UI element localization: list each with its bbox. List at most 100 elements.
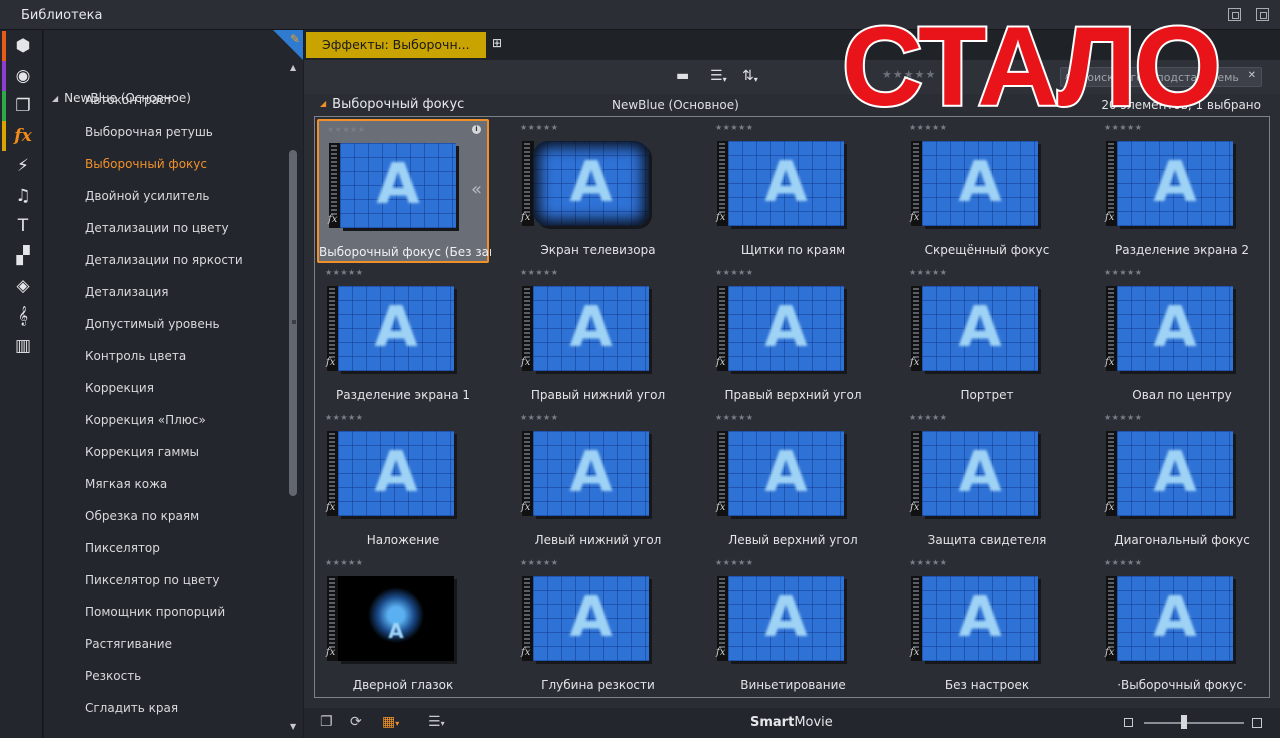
scroll-up-icon[interactable]: ▲ [290, 63, 296, 72]
tree-item[interactable]: Контроль цвета [85, 346, 285, 378]
tree-item[interactable]: Двойной усилитель [85, 186, 285, 218]
rail-item-music-note[interactable]: ♫ [0, 181, 43, 211]
expand-triangle-icon[interactable]: ◢ [52, 94, 58, 103]
tree-item[interactable]: Растягивание [85, 634, 285, 666]
effect-tile[interactable]: ★★★★★ Afx Без настроек [901, 554, 1073, 697]
rail-color-bar [2, 31, 6, 61]
tree-item[interactable]: Допустимый уровень [85, 314, 285, 346]
effect-tile[interactable]: ★★★★★ Afx Правый верхний угол [707, 264, 879, 408]
tree-item[interactable]: Помощник пропорций [85, 602, 285, 634]
smartmovie-button[interactable]: SmartMovie [750, 715, 833, 730]
rating-stars[interactable]: ★★★★★ [909, 558, 947, 567]
rating-stars[interactable]: ★★★★★ [325, 268, 363, 277]
tree-item[interactable]: Выборочный фокус [85, 154, 285, 186]
rating-stars[interactable]: ★★★★★ [1104, 558, 1142, 567]
chevron-left-icon[interactable]: « [471, 179, 482, 200]
sort-icon[interactable]: ⇅▾ [742, 68, 758, 84]
effect-label: Правый нижний угол [530, 388, 666, 402]
rating-stars[interactable]: ★★★★★ [1104, 268, 1142, 277]
tree-item[interactable]: Детализации по яркости [85, 250, 285, 282]
pin-icon[interactable]: ✎ [290, 32, 300, 46]
effect-tile[interactable]: ★★★★★ Afx Портрет [901, 264, 1073, 408]
tree-item[interactable]: Детализация [85, 282, 285, 314]
effect-tile[interactable]: ★★★★★ Afx ·Выборочный фокус· [1096, 554, 1268, 697]
rating-stars[interactable]: ★★★★★ [520, 413, 558, 422]
clear-search-icon[interactable]: ✕ [1248, 70, 1256, 81]
effect-tile[interactable]: ★★★★★ Afx Наложение [317, 409, 489, 553]
effect-tile[interactable]: ★★★★★ i Afx « Выборочный фокус (Без заг... [317, 119, 491, 263]
tab-effects[interactable]: Эффекты: Выборочн... [306, 32, 486, 58]
tree-item[interactable]: Коррекция «Плюс» [85, 410, 285, 442]
sync-icon[interactable]: ⟳ [350, 714, 362, 730]
effect-tile[interactable]: ★★★★★ Afx Экран телевизора [512, 119, 684, 263]
effect-tile[interactable]: ★★★★★ Afx Глубина резкости [512, 554, 684, 697]
effect-tile[interactable]: ★★★★★ Afx Правый нижний угол [512, 264, 684, 408]
zoom-slider-knob[interactable] [1181, 715, 1187, 729]
effect-tile[interactable]: ★★★★★ Afx Виньетирование [707, 554, 879, 697]
rating-stars[interactable]: ★★★★★ [715, 413, 753, 422]
tree-item[interactable]: Коррекция гаммы [85, 442, 285, 474]
effect-tile[interactable]: ★★★★★ Afx Левый нижний угол [512, 409, 684, 553]
effect-tile[interactable]: ★★★★★ Afx Дверной глазок [317, 554, 489, 697]
copy-icon[interactable]: ❐ [320, 714, 333, 730]
rail-item-transition[interactable]: ▞ [0, 241, 43, 271]
collapse-triangle-icon[interactable]: ◢ [320, 99, 326, 108]
rating-stars[interactable]: ★★★★★ [1104, 413, 1142, 422]
zoom-large-icon[interactable] [1252, 718, 1262, 728]
tree-item[interactable]: Выборочная ретушь [85, 122, 285, 154]
add-tab-icon[interactable]: ⊞ [492, 36, 502, 50]
tree-item[interactable]: Мягкая кожа [85, 474, 285, 506]
tree-item[interactable]: Автоконтраст [85, 90, 285, 122]
info-icon[interactable]: i [472, 125, 481, 134]
undock-icon[interactable] [1228, 8, 1241, 21]
effect-label: Наложение [366, 533, 440, 547]
zoom-small-icon[interactable] [1124, 718, 1133, 727]
rail-item-fx[interactable]: fx [0, 121, 43, 151]
rail-item-lightning[interactable]: ⚡ [0, 151, 43, 181]
rail-item-title[interactable]: T [0, 211, 43, 241]
rating-stars[interactable]: ★★★★★ [715, 123, 753, 132]
effect-tile[interactable]: ★★★★★ Afx Левый верхний угол [707, 409, 879, 553]
grid-view-icon[interactable]: ▦▾ [382, 714, 399, 730]
rail-item-clips[interactable]: ❐ [0, 91, 43, 121]
folder-icon[interactable]: ▬ [676, 68, 689, 84]
rating-stars[interactable]: ★★★★★ [909, 268, 947, 277]
rail-item-film-reel[interactable]: ◉ [0, 61, 43, 91]
tree-item[interactable]: Детализации по цвету [85, 218, 285, 250]
tree-item[interactable]: Резкость [85, 666, 285, 698]
restore-icon[interactable] [1256, 8, 1269, 21]
effect-tile[interactable]: ★★★★★ Afx Диагональный фокус [1096, 409, 1268, 553]
rail-item-treble-clef[interactable]: 𝄞 [0, 301, 43, 331]
rating-stars[interactable]: ★★★★★ [327, 125, 365, 134]
rating-stars[interactable]: ★★★★★ [520, 123, 558, 132]
rating-stars[interactable]: ★★★★★ [715, 268, 753, 277]
rating-stars[interactable]: ★★★★★ [715, 558, 753, 567]
effect-tile[interactable]: ★★★★★ Afx Разделение экрана 2 [1096, 119, 1268, 263]
thumb-letter: A [569, 585, 613, 650]
list-view-icon[interactable]: ☰▾ [710, 68, 727, 84]
zoom-slider[interactable] [1144, 722, 1244, 724]
tree-item[interactable]: Пикселятор [85, 538, 285, 570]
rating-stars[interactable]: ★★★★★ [325, 558, 363, 567]
menu-icon[interactable]: ☰▾ [428, 714, 445, 730]
group-name: NewBlue (Основное) [612, 98, 739, 112]
effect-tile[interactable]: ★★★★★ Afx Скрещённый фокус [901, 119, 1073, 263]
tree-item[interactable]: Обрезка по краям [85, 506, 285, 538]
tree-item[interactable]: Пикселятор по цвету [85, 570, 285, 602]
rail-item-piano[interactable]: ▥ [0, 331, 43, 361]
effect-tile[interactable]: ★★★★★ Afx Овал по центру [1096, 264, 1268, 408]
effect-tile[interactable]: ★★★★★ Afx Разделение экрана 1 [317, 264, 489, 408]
scroll-down-icon[interactable]: ▼ [290, 722, 296, 731]
rating-stars[interactable]: ★★★★★ [325, 413, 363, 422]
tree-item[interactable]: Коррекция [85, 378, 285, 410]
rating-stars[interactable]: ★★★★★ [520, 558, 558, 567]
effect-tile[interactable]: ★★★★★ Afx Защита свидетеля [901, 409, 1073, 553]
rail-item-layers[interactable]: ◈ [0, 271, 43, 301]
effect-thumbnail: A [533, 576, 649, 661]
effect-tile[interactable]: ★★★★★ Afx Щитки по краям [707, 119, 879, 263]
rating-stars[interactable]: ★★★★★ [909, 413, 947, 422]
rail-item-package[interactable]: ⬢ [0, 31, 43, 61]
rating-stars[interactable]: ★★★★★ [520, 268, 558, 277]
tree-item[interactable]: Сгладить края [85, 698, 285, 730]
section-header[interactable]: ◢ Выборочный фокус [320, 97, 464, 112]
